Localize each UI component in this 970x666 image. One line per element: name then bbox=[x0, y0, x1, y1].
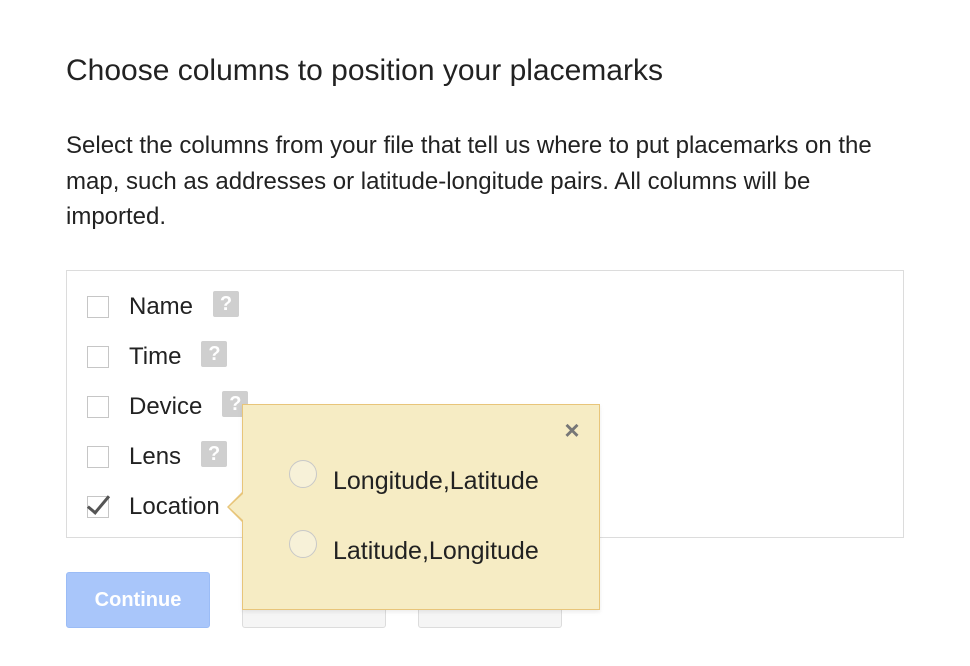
column-row-time: Time ? bbox=[87, 337, 228, 377]
column-label: Name bbox=[129, 293, 194, 320]
column-checkbox-device[interactable] bbox=[87, 396, 109, 418]
column-checkbox-lens[interactable] bbox=[87, 446, 109, 468]
page-description: Select the columns from your file that t… bbox=[66, 132, 872, 230]
column-row-location: Location bbox=[87, 487, 220, 527]
page-title: Choose columns to position your placemar… bbox=[66, 54, 663, 87]
close-icon[interactable]: × bbox=[561, 417, 583, 443]
option-label: Longitude,Latitude bbox=[333, 467, 539, 495]
column-checkbox-time[interactable] bbox=[87, 346, 109, 368]
column-label: Lens bbox=[129, 443, 182, 470]
column-row-name: Name ? bbox=[87, 287, 240, 327]
column-label: Location bbox=[129, 493, 220, 520]
column-row-device: Device ? bbox=[87, 387, 249, 427]
continue-button[interactable]: Continue bbox=[66, 572, 210, 628]
radio-button[interactable] bbox=[289, 529, 317, 558]
column-label: Device bbox=[129, 393, 203, 420]
option-latitude-longitude[interactable]: Latitude,Longitude bbox=[289, 521, 539, 566]
column-checkbox-name[interactable] bbox=[87, 296, 109, 318]
radio-button[interactable] bbox=[289, 459, 317, 488]
help-icon[interactable]: ? bbox=[213, 291, 240, 317]
column-label: Time bbox=[129, 343, 182, 370]
popup-pointer bbox=[229, 493, 244, 521]
option-label: Latitude,Longitude bbox=[333, 537, 539, 565]
help-icon[interactable]: ? bbox=[201, 341, 228, 367]
column-checkbox-location[interactable] bbox=[87, 496, 109, 518]
column-row-lens: Lens ? bbox=[87, 437, 228, 477]
help-icon[interactable]: ? bbox=[201, 441, 228, 467]
option-longitude-latitude[interactable]: Longitude,Latitude bbox=[289, 451, 539, 496]
import-dialog: Choose columns to position your placemar… bbox=[0, 0, 970, 666]
coordinate-order-popup: × Longitude,Latitude Latitude,Longitude bbox=[227, 404, 600, 610]
